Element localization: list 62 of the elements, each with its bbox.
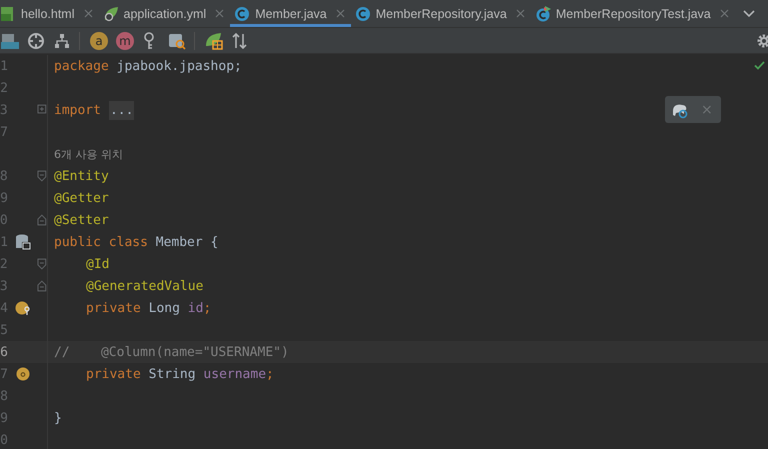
close-icon[interactable]: [720, 9, 729, 18]
code-line: @Entity: [53, 168, 109, 184]
line-number: 7: [0, 366, 8, 382]
class-icon: [234, 6, 250, 22]
line-number: 1: [0, 234, 8, 250]
field-key-icon[interactable]: [15, 300, 31, 316]
code-line: private String username;: [85, 366, 274, 382]
leaf-grid-icon[interactable]: [205, 32, 223, 50]
toolbar-filter-button[interactable]: m: [116, 32, 134, 50]
line-number: 2: [0, 256, 8, 272]
check-icon: [754, 61, 765, 70]
line-number: 5: [0, 322, 8, 338]
database-search-icon[interactable]: [168, 32, 186, 50]
settings-icon[interactable]: [757, 34, 768, 48]
line-number: 9: [0, 410, 8, 426]
line-number: 3: [0, 102, 8, 118]
code-line: @Id: [85, 256, 110, 272]
line-number: 3: [0, 278, 8, 294]
line-number: 2: [0, 80, 8, 96]
line-number: 8: [0, 168, 8, 184]
expand-icon[interactable]: [37, 104, 47, 116]
code-line: @Setter: [53, 212, 109, 228]
code-line: @GeneratedValue: [85, 278, 204, 294]
code-line: // @Column(name="USERNAME"): [53, 344, 289, 360]
database-table-icon[interactable]: [15, 234, 31, 250]
close-icon[interactable]: [336, 9, 345, 18]
close-icon[interactable]: [84, 9, 92, 18]
fold-start-icon[interactable]: [37, 258, 47, 270]
code-line: import ...: [53, 102, 134, 118]
fold-end-icon[interactable]: [37, 214, 47, 226]
chevron-down-icon[interactable]: [742, 10, 755, 18]
line-number: 7: [0, 124, 8, 140]
usages-hint[interactable]: 6개 사용 위치: [48, 146, 123, 162]
leaf-gear-icon: [102, 6, 118, 22]
line-number: 8: [0, 388, 8, 404]
editor-tab[interactable]: MemberRepository.java: [350, 0, 531, 27]
line-number: 4: [0, 300, 8, 316]
test-class-icon: [534, 6, 551, 22]
code-line: }: [53, 410, 62, 426]
line-number: 6: [0, 344, 8, 360]
line-number: 0: [0, 212, 8, 228]
line-number: 1: [0, 58, 8, 74]
html-file-icon: [0, 6, 16, 22]
close-icon[interactable]: [215, 9, 224, 18]
code-line: public class Member {: [53, 234, 218, 250]
code-line: private Long id;: [85, 300, 212, 316]
line-number: 0: [0, 432, 8, 448]
code-line: @Getter: [53, 190, 109, 206]
fold-end-icon[interactable]: [37, 280, 47, 292]
crosshair-icon[interactable]: [27, 32, 45, 50]
close-icon[interactable]: [516, 9, 525, 18]
hierarchy-icon[interactable]: [53, 32, 71, 50]
sort-icon[interactable]: [231, 32, 249, 50]
code-line: package jpabook.jpashop;: [53, 58, 242, 74]
class-icon: [354, 6, 371, 22]
editor-tab[interactable]: application.yml: [98, 0, 230, 27]
fold-start-icon[interactable]: [37, 170, 47, 182]
field-icon[interactable]: [15, 366, 31, 382]
editor-tab[interactable]: MemberRepositoryTest.java: [530, 0, 735, 27]
line-number: 9: [0, 190, 8, 206]
editor-tab[interactable]: hello.html: [0, 0, 98, 27]
toolbar-filter-button[interactable]: a: [90, 32, 108, 50]
